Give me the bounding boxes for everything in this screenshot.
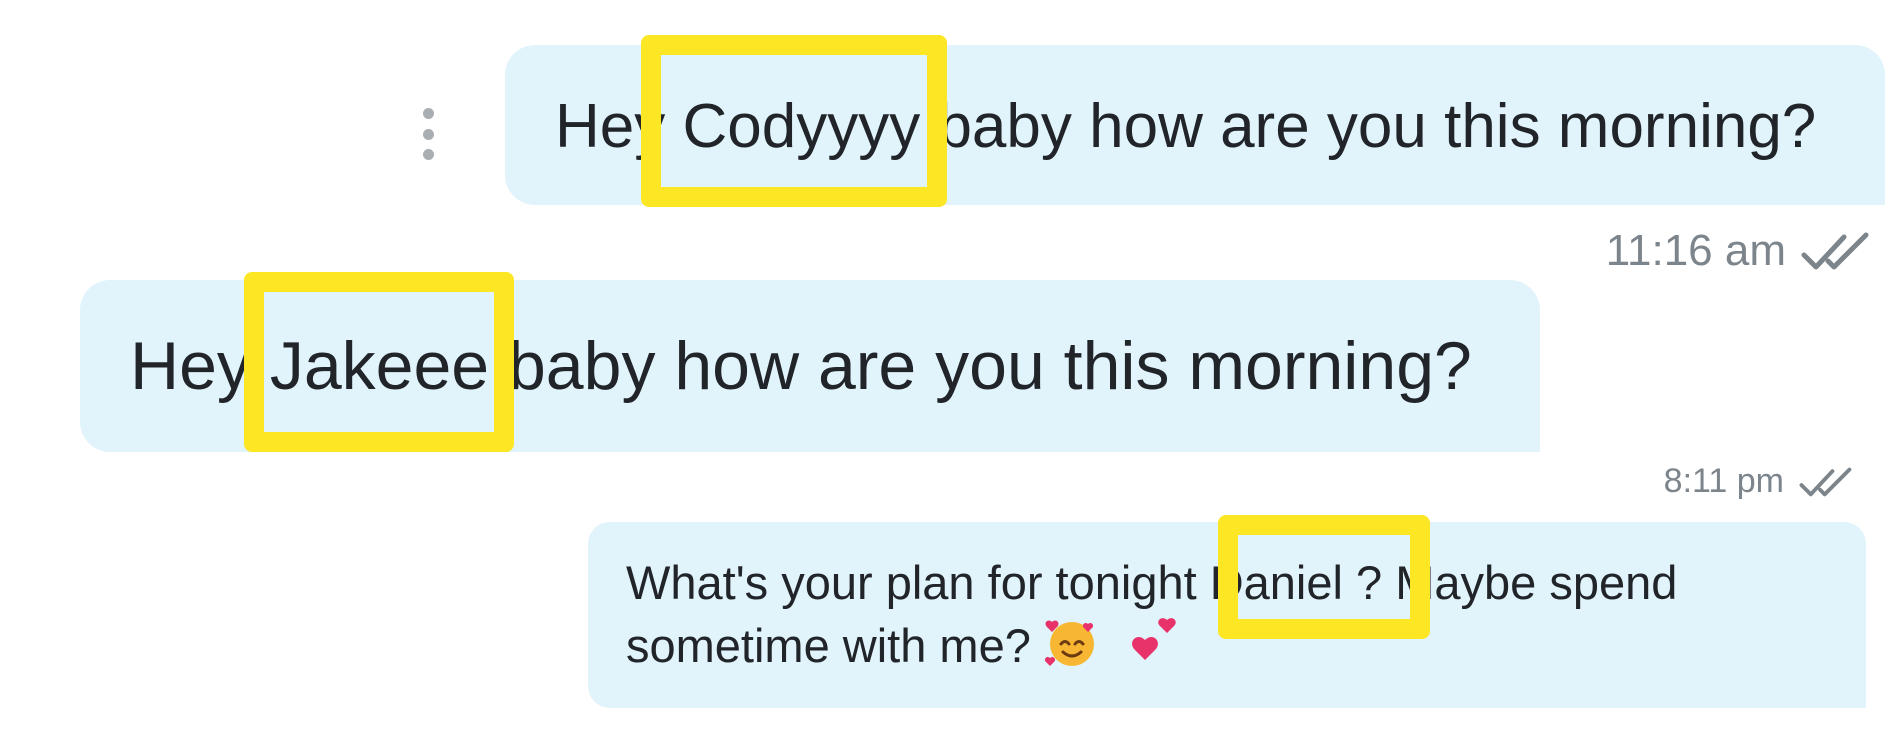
dot xyxy=(422,108,434,119)
two-hearts-emoji xyxy=(1127,614,1183,685)
message-text: Hey Jakeee baby how are you this morning… xyxy=(130,328,1472,404)
message-options-icon[interactable] xyxy=(418,108,438,160)
message-bubble-1[interactable]: Hey Codyyyy baby how are you this mornin… xyxy=(505,45,1885,205)
smiling-face-with-hearts-emoji xyxy=(1044,614,1100,685)
message-meta-2: 8:11 pm xyxy=(1664,462,1856,501)
message-bubble-3[interactable]: What's your plan for tonight Daniel ? Ma… xyxy=(588,522,1866,708)
message-meta-1: 11:16 am xyxy=(1606,226,1874,276)
double-check-icon xyxy=(1799,467,1852,496)
double-check-icon xyxy=(1801,232,1869,270)
dot xyxy=(422,128,434,140)
message-text: Hey Codyyyy baby how are you this mornin… xyxy=(555,92,1817,161)
message-timestamp: 11:16 am xyxy=(1605,226,1786,275)
dot xyxy=(422,149,434,160)
message-timestamp: 8:11 pm xyxy=(1663,462,1784,500)
message-bubble-2[interactable]: Hey Jakeee baby how are you this morning… xyxy=(80,280,1540,452)
